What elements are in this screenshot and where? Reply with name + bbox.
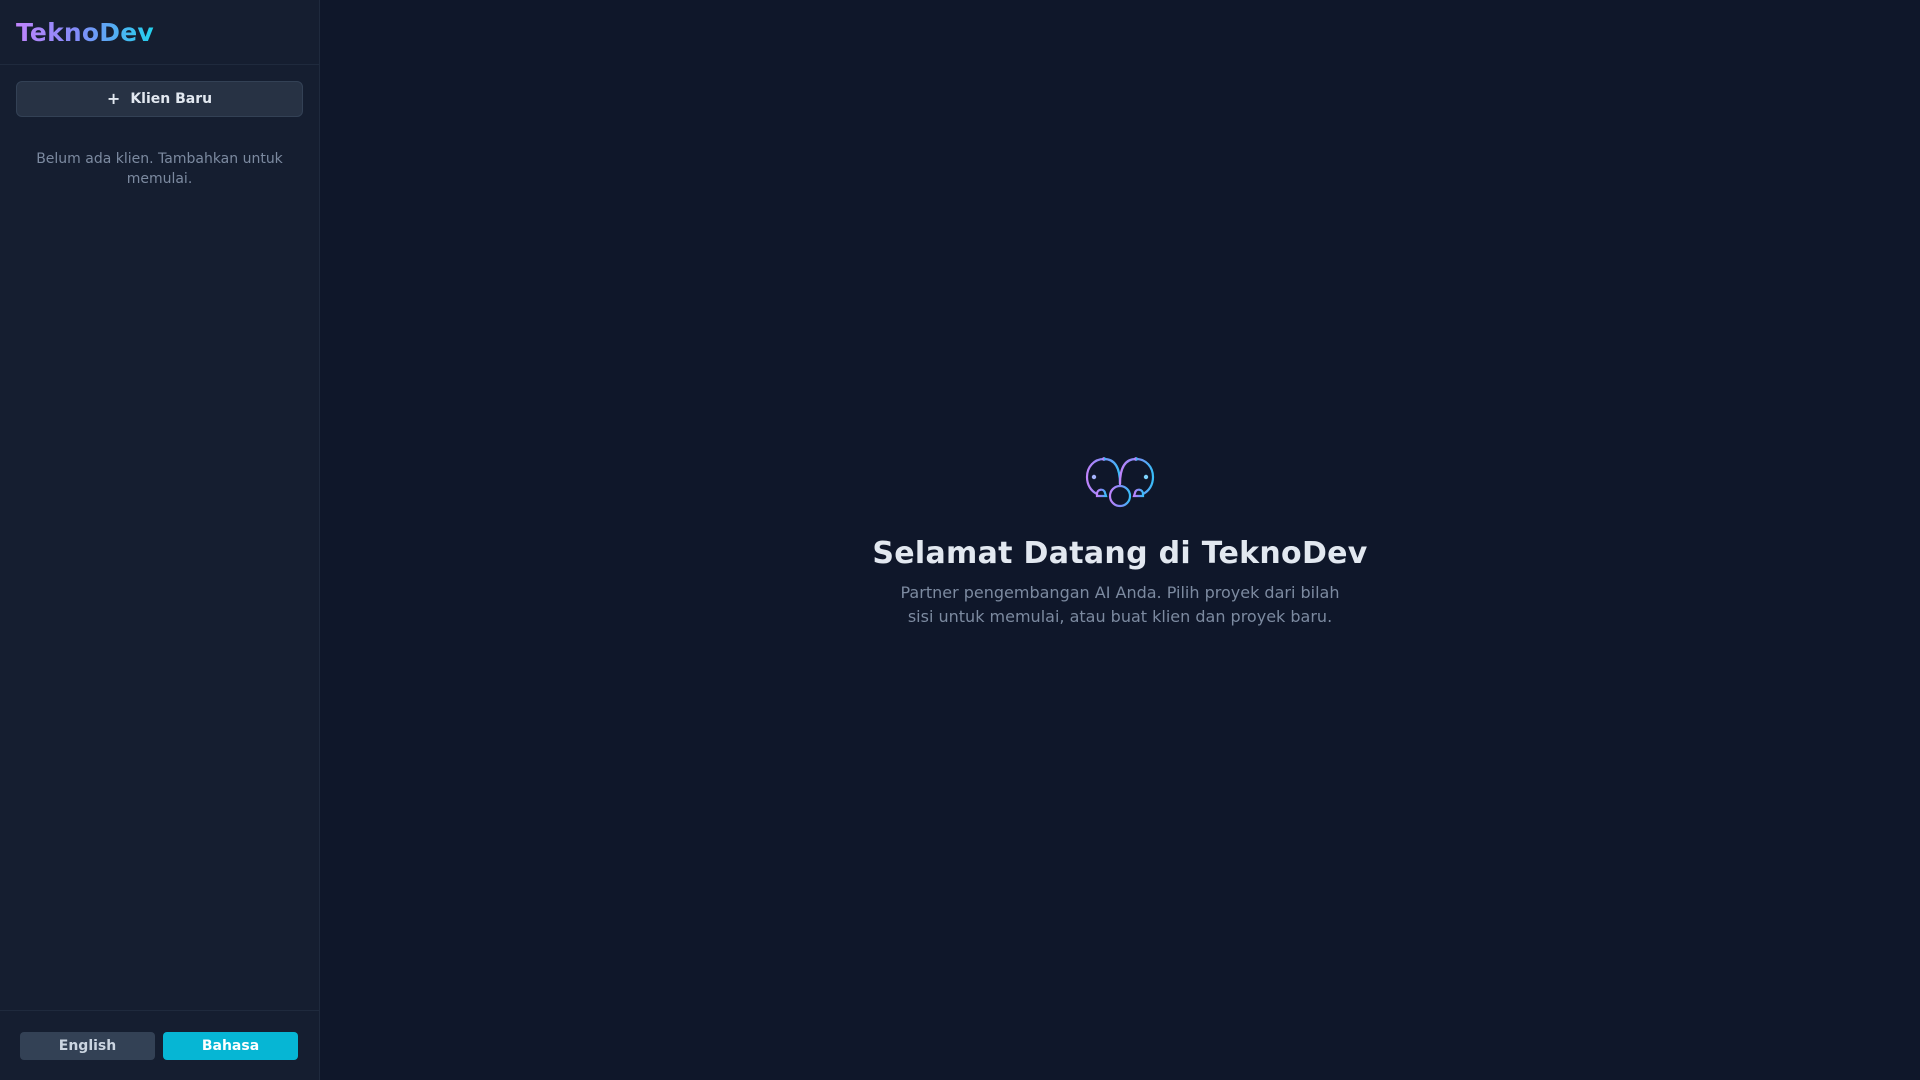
app-root: TeknoDev + Klien Baru Belum ada klien. T…: [0, 0, 1920, 1080]
empty-clients-message: Belum ada klien. Tambahkan untuk memulai…: [36, 151, 283, 187]
main-content: Selamat Datang di TeknoDev Partner penge…: [320, 0, 1920, 1080]
app-logo-text[interactable]: TeknoDev: [16, 18, 154, 47]
new-client-label: Klien Baru: [130, 91, 213, 107]
sidebar-body: + Klien Baru Belum ada klien. Tambahkan …: [0, 65, 319, 1010]
welcome-subtitle: Partner pengembangan AI Anda. Pilih proy…: [900, 582, 1340, 626]
brain-logo-icon: [1085, 456, 1155, 507]
welcome-panel: Selamat Datang di TeknoDev Partner penge…: [872, 456, 1367, 629]
sidebar-header: TeknoDev: [0, 0, 319, 65]
new-client-button[interactable]: + Klien Baru: [16, 81, 303, 117]
welcome-title: Selamat Datang di TeknoDev: [872, 535, 1368, 571]
language-english-button[interactable]: English: [20, 1031, 155, 1060]
sidebar: TeknoDev + Klien Baru Belum ada klien. T…: [0, 0, 320, 1080]
language-bahasa-button[interactable]: Bahasa: [163, 1031, 298, 1060]
language-switcher: English Bahasa: [0, 1010, 319, 1080]
plus-icon: +: [106, 89, 121, 108]
